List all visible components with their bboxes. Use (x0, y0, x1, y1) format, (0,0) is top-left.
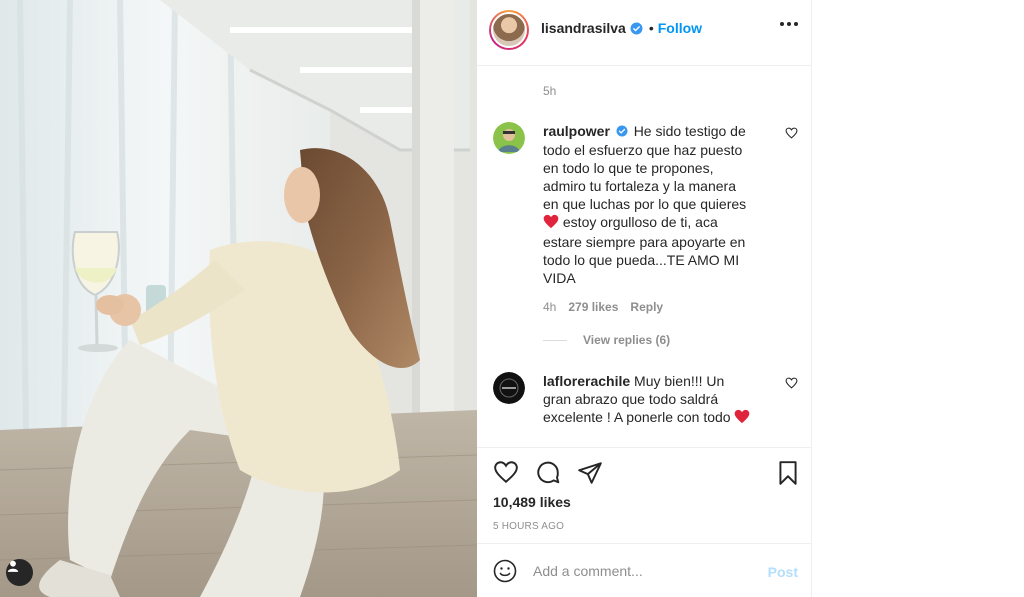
post-timestamp: 5 HOURS AGO (493, 521, 565, 532)
more-options-icon[interactable] (780, 22, 798, 26)
heart-emoji-icon (543, 214, 559, 233)
post-actions: 10,489 likes 5 HOURS AGO (477, 447, 812, 543)
comment-meta: 4h 279 likes Reply (543, 300, 663, 314)
user-tag-button[interactable] (6, 559, 33, 586)
view-replies-label: View replies (6) (583, 333, 671, 347)
comment-timestamp: 5h (543, 84, 557, 98)
follow-button[interactable]: Follow (658, 20, 702, 36)
follow-separator: • (648, 20, 654, 36)
comment-avatar[interactable] (493, 372, 525, 404)
reply-button[interactable]: Reply (630, 300, 663, 314)
photo-illustration (0, 0, 477, 597)
comment-text-continued: estoy orgulloso de ti, aca estare siempr… (543, 214, 746, 286)
like-comment-heart-icon[interactable] (785, 126, 798, 144)
add-comment-bar: Post (477, 543, 812, 597)
save-bookmark-icon[interactable] (776, 460, 800, 486)
author-avatar[interactable] (489, 10, 529, 50)
comment-text-block: laflorerachile Muy bien!!! Un gran abraz… (543, 372, 755, 428)
add-comment-input[interactable] (533, 560, 753, 582)
heart-emoji-icon (734, 409, 750, 428)
replies-divider (543, 339, 567, 341)
person-icon (7, 560, 19, 572)
comment-text-block: raulpower He sido testigo de todo el esf… (543, 122, 753, 287)
emoji-smiley-icon[interactable] (493, 559, 517, 583)
comments-list[interactable]: 5h raulpower He sido testigo de todo el … (477, 67, 812, 447)
comment-likes[interactable]: 279 likes (568, 300, 618, 314)
post-comment-button[interactable]: Post (768, 564, 798, 580)
verified-badge-icon (630, 22, 643, 35)
comment-time: 4h (543, 300, 557, 314)
panel-divider (811, 0, 812, 597)
post-header: lisandrasilva • Follow (477, 0, 812, 66)
comment-bubble-icon[interactable] (535, 460, 561, 486)
view-replies-button[interactable]: View replies (6) (543, 333, 670, 347)
comment-username[interactable]: raulpower (543, 123, 610, 139)
verified-badge-icon (616, 123, 628, 141)
share-paper-plane-icon[interactable] (577, 460, 603, 486)
post-side-panel: lisandrasilva • Follow 5h raulpower He s… (477, 0, 812, 597)
likes-count[interactable]: 10,489 likes (493, 494, 571, 510)
comment-username[interactable]: laflorerachile (543, 373, 630, 389)
post-photo[interactable] (0, 0, 477, 597)
author-username[interactable]: lisandrasilva (541, 20, 626, 36)
like-heart-icon[interactable] (493, 460, 519, 486)
comment-avatar[interactable] (493, 122, 525, 154)
like-comment-heart-icon[interactable] (785, 376, 798, 394)
